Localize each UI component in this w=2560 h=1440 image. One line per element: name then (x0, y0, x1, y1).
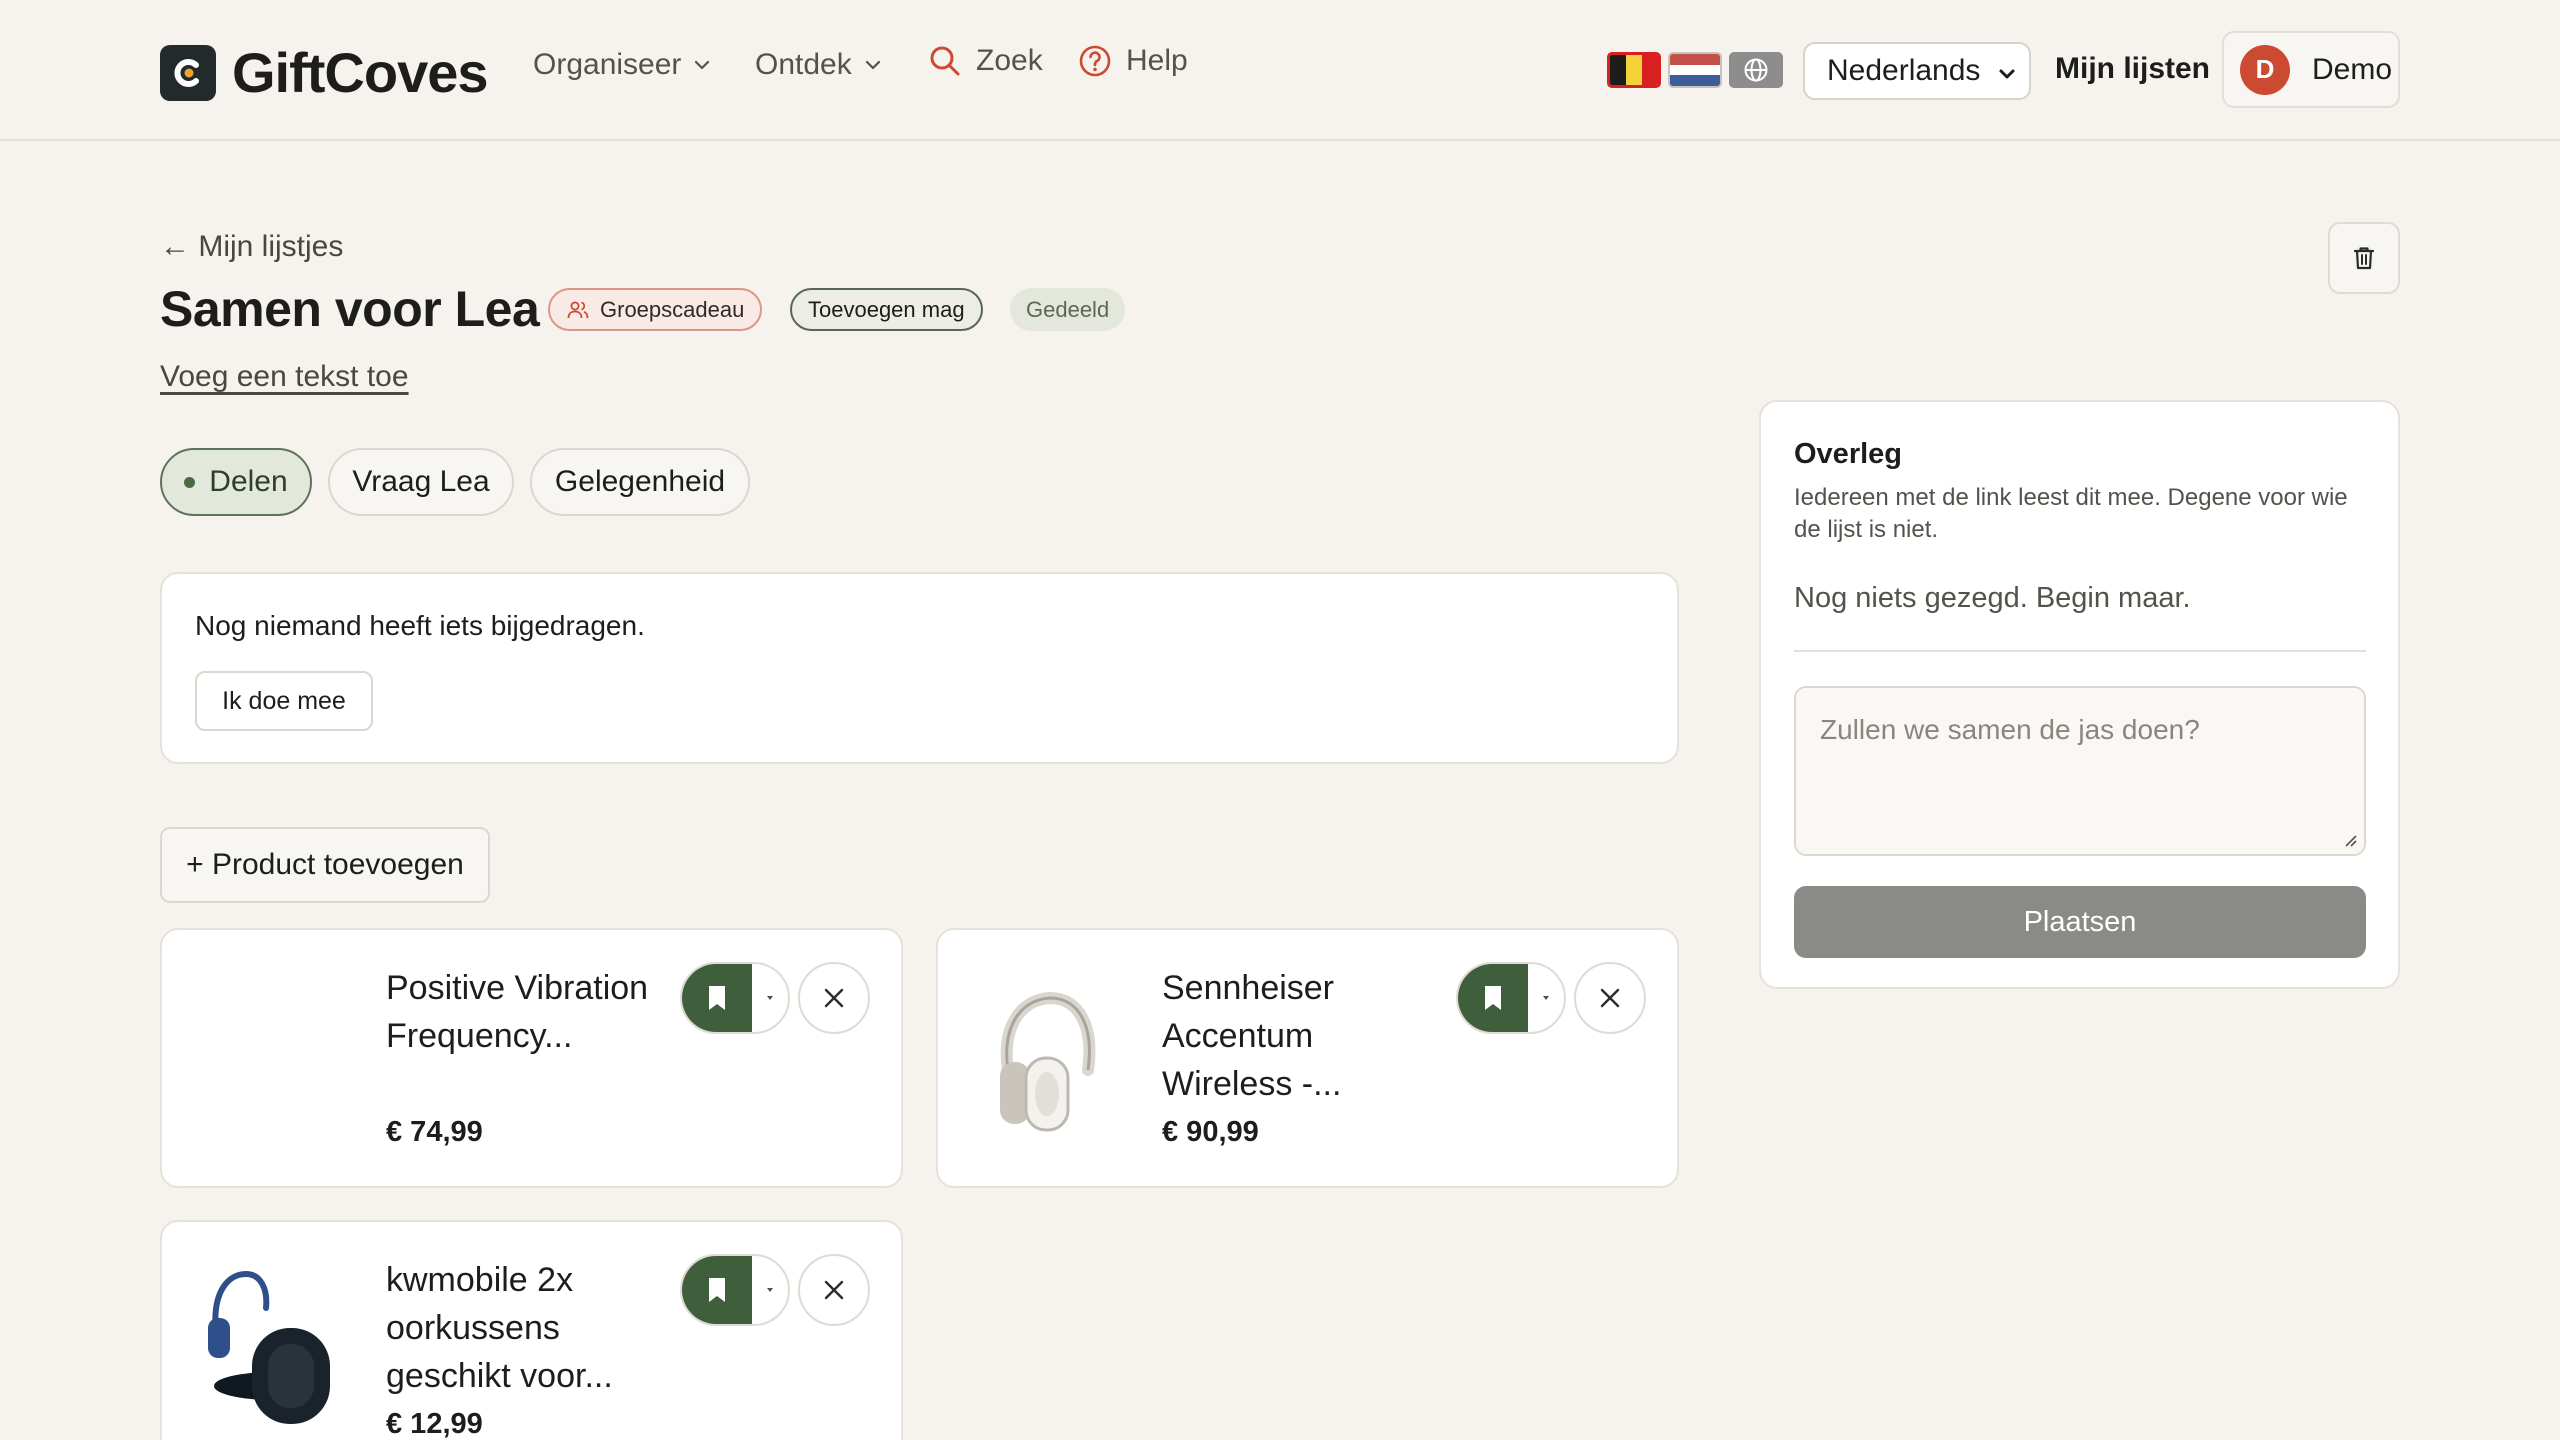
product-image (202, 970, 342, 1140)
discussion-empty-state: Nog niets gezegd. Begin maar. (1794, 582, 2191, 614)
save-options-button[interactable] (1528, 964, 1564, 1032)
close-icon (1600, 988, 1620, 1008)
save-split-button (1456, 962, 1566, 1034)
chevron-down-icon (1999, 69, 2015, 79)
tab-vraag-lea[interactable]: Vraag Lea (328, 448, 514, 516)
user-name: Demo (2312, 52, 2393, 86)
site-header: GiftCoves Organiseer Ontdek Zoek Help Ne… (0, 0, 2560, 141)
product-name[interactable]: kwmobile 2x oorkussens geschikt voor... (386, 1256, 656, 1400)
contribution-message: Nog niemand heeft iets bijgedragen. (195, 610, 645, 641)
resize-grip-icon[interactable] (2342, 832, 2358, 848)
globe-icon[interactable] (1729, 52, 1783, 88)
product-price: € 90,99 (1162, 1116, 1259, 1148)
discussion-panel: Overleg Iedereen met de link leest dit m… (1759, 400, 2400, 989)
flag-belgium-button[interactable] (1607, 52, 1661, 88)
nav-organiseer-label: Organiseer (533, 48, 682, 81)
product-image (202, 1262, 342, 1432)
nav-ontdek[interactable]: Ontdek (755, 48, 884, 82)
brand-name: GiftCoves (232, 41, 488, 104)
brand-logo[interactable]: GiftCoves (160, 40, 488, 105)
language-select-value: Nederlands (1827, 54, 1981, 87)
add-allowed-label: Toevoegen mag (808, 296, 965, 322)
help-icon (1079, 45, 1111, 77)
bookmark-icon (709, 1278, 725, 1302)
save-options-button[interactable] (752, 964, 788, 1032)
add-product-button[interactable]: + Product toevoegen (160, 827, 490, 903)
back-link[interactable]: ← Mijn lijstjes (160, 230, 343, 264)
logo-icon (160, 44, 216, 101)
product-card[interactable]: Sennheiser Accentum Wireless -... € 90,9… (936, 928, 1679, 1188)
product-price: € 74,99 (386, 1116, 483, 1148)
remove-product-button[interactable] (798, 962, 870, 1034)
tab-delen[interactable]: Delen (160, 448, 312, 516)
my-lists-link[interactable]: Mijn lijsten (2055, 52, 2210, 86)
remove-product-button[interactable] (1574, 962, 1646, 1034)
group-gift-badge: Groepscadeau (548, 288, 763, 331)
shared-label: Gedeeld (1026, 296, 1110, 322)
tab-delen-label: Delen (209, 465, 288, 498)
discussion-description: Iedereen met de link leest dit mee. Dege… (1794, 484, 2348, 543)
product-card[interactable]: kwmobile 2x oorkussens geschikt voor... … (160, 1220, 903, 1440)
bookmark-icon (1485, 986, 1501, 1010)
caret-down-icon (767, 1288, 773, 1292)
nav-help[interactable]: Help (1078, 44, 1188, 78)
discussion-textarea[interactable]: Zullen we samen de jas doen? (1794, 686, 2366, 856)
save-button[interactable] (1458, 964, 1528, 1032)
tab-gelegenheid-label: Gelegenheid (554, 465, 726, 498)
save-button[interactable] (682, 1256, 752, 1324)
contribution-card: Nog niemand heeft iets bijgedragen. Ik d… (160, 572, 1679, 764)
join-button[interactable]: Ik doe mee (195, 671, 373, 731)
language-select[interactable]: Nederlands (1803, 42, 2031, 100)
group-gift-label: Groepscadeau (600, 296, 745, 322)
post-button[interactable]: Plaatsen (1794, 886, 2366, 958)
tab-gelegenheid[interactable]: Gelegenheid (530, 448, 750, 516)
chevron-down-icon (865, 60, 880, 70)
product-price: € 12,99 (386, 1408, 483, 1440)
tab-vraag-lea-label: Vraag Lea (352, 465, 490, 498)
users-icon (567, 301, 589, 318)
add-text-link[interactable]: Voeg een tekst toe (160, 360, 409, 394)
close-icon (824, 1280, 844, 1300)
bookmark-icon (709, 986, 725, 1010)
nav-help-label: Help (1126, 44, 1188, 77)
divider (1794, 650, 2366, 652)
active-tab-dot (184, 476, 196, 488)
product-image (978, 970, 1118, 1140)
discussion-placeholder: Zullen we samen de jas doen? (1820, 714, 2200, 745)
save-button[interactable] (682, 964, 752, 1032)
save-options-button[interactable] (752, 1256, 788, 1324)
nav-ontdek-label: Ontdek (755, 48, 852, 81)
caret-down-icon (1543, 996, 1549, 1000)
shared-badge: Gedeeld (1010, 288, 1126, 331)
nav-search[interactable]: Zoek (928, 44, 1043, 78)
product-name[interactable]: Positive Vibration Frequency... (386, 964, 656, 1060)
nav-search-label: Zoek (976, 44, 1043, 77)
nav-organiseer[interactable]: Organiseer (533, 48, 713, 82)
close-icon (824, 988, 844, 1008)
save-split-button (680, 1254, 790, 1326)
chevron-down-icon (695, 60, 710, 70)
add-allowed-badge: Toevoegen mag (790, 288, 983, 331)
discussion-title: Overleg (1794, 438, 1902, 470)
page-title: Samen voor Lea (160, 281, 540, 337)
search-icon (930, 46, 960, 76)
product-name[interactable]: Sennheiser Accentum Wireless -... (1162, 964, 1432, 1108)
avatar: D (2240, 44, 2290, 95)
remove-product-button[interactable] (798, 1254, 870, 1326)
delete-list-button[interactable] (2328, 222, 2400, 294)
caret-down-icon (767, 996, 773, 1000)
flag-netherlands-button[interactable] (1668, 52, 1722, 88)
user-menu-button[interactable]: D Demo (2222, 31, 2400, 108)
save-split-button (680, 962, 790, 1034)
product-card[interactable]: Positive Vibration Frequency... € 74,99 (160, 928, 903, 1188)
trash-icon (2353, 247, 2375, 270)
